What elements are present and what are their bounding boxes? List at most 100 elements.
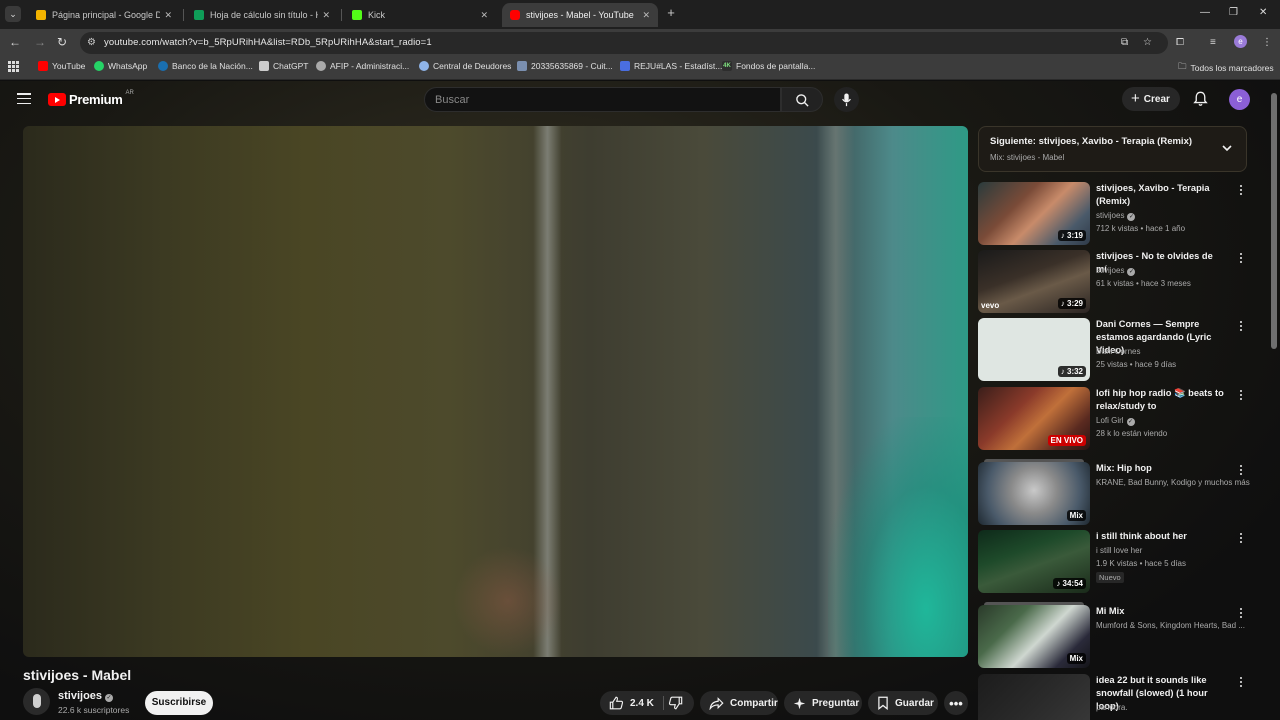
rec-channel[interactable]: Mumford & Sons, Kingdom Hearts, Bad ... — [1096, 621, 1245, 630]
channel-name[interactable]: stivijoes ✓ — [58, 690, 114, 702]
tab-spreadsheet[interactable]: Hoja de cálculo sin título - Hoj ✕ — [186, 3, 338, 27]
rec-channel[interactable]: i still love her — [1096, 546, 1142, 555]
tab-google-drive[interactable]: Página principal - Google Drive ✕ — [28, 3, 180, 27]
apps-grid-icon[interactable] — [8, 61, 19, 72]
url-text: youtube.com/watch?v=b_5RpURihHA&list=RDb… — [104, 37, 432, 48]
more-vert-icon[interactable] — [1237, 533, 1245, 545]
video-thumbnail[interactable]: vevo ♪ 3:29 — [978, 250, 1090, 313]
back-icon[interactable]: ← — [9, 35, 21, 49]
more-vert-icon[interactable] — [1237, 321, 1245, 333]
bookmark-cuit[interactable]: 20335635869 - Cuit... — [517, 61, 613, 71]
recommendation-item[interactable]: vevo ♪ 3:29 stivijoes - No te olvides de… — [978, 250, 1268, 316]
recommendation-item[interactable]: Mix Mix: Hip hop KRANE, Bad Bunny, Kodig… — [978, 459, 1268, 528]
bookmark-star-icon[interactable]: ☆ — [1143, 37, 1152, 48]
rec-channel[interactable]: stivijoes ✓ — [1096, 266, 1136, 276]
duration-badge: ♪ 3:32 — [1057, 366, 1086, 377]
dislike-button[interactable] — [668, 696, 683, 715]
new-tab-button[interactable]: + — [664, 6, 678, 20]
ask-button[interactable]: Preguntar — [784, 691, 862, 715]
voice-search-button[interactable] — [834, 87, 859, 112]
rec-title[interactable]: lofi hip hop radio 📚 beats to relax/stud… — [1096, 387, 1224, 413]
rec-channel[interactable]: KRANE, Bad Bunny, Kodigo y muchos más — [1096, 478, 1250, 487]
tab-kick[interactable]: Kick ✕ — [344, 3, 496, 27]
search-input[interactable]: Buscar — [424, 87, 781, 112]
bookmark-afip[interactable]: AFIP - Administraci... — [316, 61, 409, 71]
bookmark-icon — [878, 696, 888, 710]
video-thumbnail[interactable]: EN VIVO — [978, 387, 1090, 450]
close-icon[interactable]: ✕ — [480, 10, 488, 21]
close-icon[interactable]: ✕ — [322, 10, 330, 21]
bookmark-youtube[interactable]: YouTube — [38, 61, 85, 71]
tab-youtube-active[interactable]: stivijoes - Mabel - YouTube ✕ — [502, 3, 658, 27]
bookmark-label: Fondos de pantalla... — [736, 61, 816, 71]
recommendation-item[interactable]: ♪ 34:54 i still think about her i still … — [978, 530, 1268, 596]
more-vert-icon[interactable] — [1237, 390, 1245, 402]
search-icon — [796, 94, 809, 107]
recommendation-item[interactable]: ♪ 3:32 Dani Cornes — Sempre estamos agar… — [978, 318, 1268, 384]
extensions-icon[interactable]: ⧠ — [1176, 37, 1184, 48]
more-vert-icon[interactable] — [1237, 465, 1245, 477]
rec-title[interactable]: Mi Mix — [1096, 605, 1224, 618]
restore-icon[interactable]: ❐ — [1229, 7, 1238, 18]
recommendation-item[interactable]: ♪ 3:19 stivijoes, Xavibo - Terapia (Remi… — [978, 182, 1268, 248]
create-button[interactable]: + Crear — [1122, 87, 1180, 111]
tab-divider — [341, 9, 342, 21]
install-app-icon[interactable]: ⧉ — [1121, 37, 1128, 48]
more-vert-icon[interactable] — [1237, 677, 1245, 689]
bookmark-fondos[interactable]: 4K Fondos de pantalla... — [722, 61, 815, 71]
video-player[interactable] — [23, 126, 968, 657]
tab-title: stivijoes - Mabel - YouTube — [526, 10, 634, 20]
forward-icon[interactable]: → — [34, 35, 46, 49]
video-thumbnail[interactable]: Mix — [978, 605, 1090, 668]
more-vert-icon[interactable] — [1237, 608, 1245, 620]
video-thumbnail[interactable]: ♪ 3:19 — [978, 182, 1090, 245]
site-info-icon[interactable]: ⚙ — [87, 37, 96, 48]
video-thumbnail[interactable]: ♪ 34:54 — [978, 530, 1090, 593]
page-scrollbar[interactable] — [1271, 93, 1277, 349]
close-icon[interactable]: ✕ — [164, 10, 172, 21]
rec-title[interactable]: Mix: Hip hop — [1096, 462, 1224, 475]
reload-icon[interactable]: ↻ — [57, 35, 67, 49]
bookmark-banco-nacion[interactable]: Banco de la Nación... — [158, 61, 253, 71]
tab-search-button[interactable]: ⌄ — [5, 6, 21, 22]
guide-menu-icon[interactable] — [17, 93, 31, 105]
recommendation-item[interactable]: Mix Mi Mix Mumford & Sons, Kingdom Heart… — [978, 602, 1268, 671]
channel-avatar[interactable] — [23, 688, 50, 715]
video-thumbnail[interactable] — [978, 674, 1090, 720]
bookmark-chatgpt[interactable]: ChatGPT — [259, 61, 308, 71]
tab-title: Página principal - Google Drive — [52, 10, 161, 20]
notifications-button[interactable] — [1193, 91, 1208, 112]
reading-list-icon[interactable]: ≡ — [1210, 37, 1216, 48]
bookmark-rejulas[interactable]: REJU#LAS - Estadíst... — [620, 61, 722, 71]
menu-kebab-icon[interactable]: ⋮ — [1262, 37, 1272, 48]
bookmark-central-deudores[interactable]: Central de Deudores — [419, 61, 511, 71]
all-bookmarks-folder[interactable]: 🗀 Todos los marcadores — [1178, 61, 1274, 75]
window-close-icon[interactable]: ✕ — [1259, 7, 1267, 18]
address-bar[interactable]: ⚙ youtube.com/watch?v=b_5RpURihHA&list=R… — [80, 32, 1168, 54]
save-button[interactable]: Guardar — [868, 691, 938, 715]
youtube-premium-logo[interactable]: Premium AR — [48, 90, 134, 107]
account-avatar[interactable]: e — [1229, 89, 1250, 110]
rec-title[interactable]: stivijoes, Xavibo - Terapia (Remix) — [1096, 182, 1224, 208]
subscribe-button[interactable]: Suscribirse — [145, 691, 213, 715]
minimize-icon[interactable]: — — [1200, 7, 1210, 18]
recommendation-item[interactable]: EN VIVO lofi hip hop radio 📚 beats to re… — [978, 387, 1268, 453]
profile-avatar[interactable]: e — [1234, 35, 1247, 48]
share-button[interactable]: Compartir — [700, 691, 778, 715]
rec-channel[interactable]: Lofi Girl ✓ — [1096, 416, 1135, 426]
rec-channel[interactable]: stivijoes ✓ — [1096, 211, 1136, 221]
rec-channel[interactable]: pandora. — [1096, 703, 1128, 712]
close-icon[interactable]: ✕ — [642, 10, 650, 21]
video-thumbnail[interactable]: ♪ 3:32 — [978, 318, 1090, 381]
up-next-card[interactable]: Siguiente: stivijoes, Xavibo - Terapia (… — [978, 126, 1247, 172]
rec-title[interactable]: i still think about her — [1096, 530, 1224, 543]
rec-channel[interactable]: Dani Cornes — [1096, 347, 1140, 356]
bookmark-whatsapp[interactable]: WhatsApp — [94, 61, 147, 71]
video-thumbnail[interactable]: Mix — [978, 462, 1090, 525]
recommendation-item[interactable]: idea 22 but it sounds like snowfall (slo… — [978, 674, 1268, 720]
more-vert-icon[interactable] — [1237, 185, 1245, 197]
more-vert-icon[interactable] — [1237, 253, 1245, 265]
search-button[interactable] — [781, 87, 823, 112]
more-actions-button[interactable]: ••• — [944, 691, 968, 715]
chevron-down-icon[interactable] — [1221, 142, 1233, 154]
